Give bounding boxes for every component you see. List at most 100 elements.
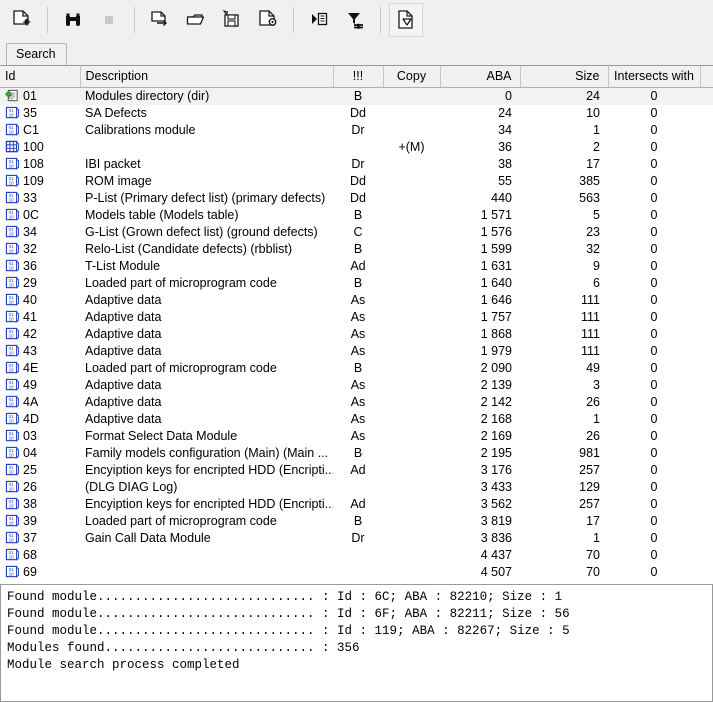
cell-tail bbox=[700, 513, 713, 530]
table-row[interactable]: 41Adaptive dataAs1 7571110 bbox=[0, 309, 713, 326]
export-button[interactable] bbox=[389, 3, 423, 37]
column-header-intersects[interactable]: Intersects with bbox=[608, 66, 700, 87]
table-row[interactable]: 49Adaptive dataAs2 13930 bbox=[0, 377, 713, 394]
table-row[interactable]: 04Family models configuration (Main) (Ma… bbox=[0, 445, 713, 462]
save-button[interactable] bbox=[215, 3, 249, 37]
document-gear-icon bbox=[256, 8, 280, 32]
cell-copy bbox=[383, 326, 440, 343]
open-folder-button[interactable] bbox=[179, 3, 213, 37]
table-row[interactable]: 43Adaptive dataAs1 9791110 bbox=[0, 343, 713, 360]
cell-size: 1 bbox=[520, 411, 608, 428]
cell-flags: As bbox=[333, 428, 383, 445]
cell-aba: 3 819 bbox=[440, 513, 520, 530]
cell-intersects: 0 bbox=[608, 87, 700, 105]
table-row[interactable]: 4ELoaded part of microprogram codeB2 090… bbox=[0, 360, 713, 377]
table-row[interactable]: 39Loaded part of microprogram codeB3 819… bbox=[0, 513, 713, 530]
module-bin-icon bbox=[5, 174, 20, 188]
cell-aba: 1 576 bbox=[440, 224, 520, 241]
column-header-tail[interactable] bbox=[700, 66, 713, 87]
module-bin-icon bbox=[5, 106, 20, 120]
table-row[interactable]: 0CModels table (Models table)B1 57150 bbox=[0, 207, 713, 224]
table-row[interactable]: 108IBI packetDr38170 bbox=[0, 156, 713, 173]
cell-flags: As bbox=[333, 309, 383, 326]
table-row[interactable]: 36T-List ModuleAd1 63190 bbox=[0, 258, 713, 275]
table-row[interactable]: 684 437700 bbox=[0, 547, 713, 564]
column-header-id[interactable]: Id bbox=[0, 66, 80, 87]
log-output-panel[interactable]: Found module............................… bbox=[0, 585, 713, 702]
module-bin-icon bbox=[5, 344, 20, 358]
column-header-flags[interactable]: !!! bbox=[333, 66, 383, 87]
module-grid-icon bbox=[5, 140, 20, 154]
open-module-button[interactable] bbox=[143, 3, 177, 37]
table-row[interactable]: 32Relo-List (Candidate defects) (rbblist… bbox=[0, 241, 713, 258]
open-module-icon bbox=[148, 8, 172, 32]
stop-square-icon bbox=[97, 8, 121, 32]
table-row[interactable]: C1Calibrations moduleDr3410 bbox=[0, 122, 713, 139]
table-row[interactable]: 03Format Select Data ModuleAs2 169260 bbox=[0, 428, 713, 445]
cell-flags bbox=[333, 564, 383, 581]
search-button[interactable] bbox=[56, 3, 90, 37]
module-bin-icon bbox=[5, 191, 20, 205]
cell-id: 100 bbox=[0, 139, 80, 156]
cell-aba: 1 868 bbox=[440, 326, 520, 343]
table-row[interactable]: 4DAdaptive dataAs2 16810 bbox=[0, 411, 713, 428]
cell-id: 49 bbox=[0, 377, 80, 394]
toolbar-separator-1 bbox=[47, 7, 48, 33]
cell-tail bbox=[700, 343, 713, 360]
table-row[interactable]: 29Loaded part of microprogram codeB1 640… bbox=[0, 275, 713, 292]
cell-id-label: 43 bbox=[23, 343, 37, 360]
new-document-button[interactable] bbox=[5, 3, 39, 37]
cell-size: 563 bbox=[520, 190, 608, 207]
table-row[interactable]: 40Adaptive dataAs1 6461110 bbox=[0, 292, 713, 309]
modules-table-container[interactable]: Id Description !!! Copy ABA Size Interse… bbox=[0, 65, 713, 585]
column-header-aba[interactable]: ABA bbox=[440, 66, 520, 87]
cell-intersects: 0 bbox=[608, 326, 700, 343]
cell-size: 26 bbox=[520, 394, 608, 411]
table-row[interactable]: 100+(M)3620 bbox=[0, 139, 713, 156]
cell-flags: As bbox=[333, 377, 383, 394]
filter-button[interactable] bbox=[338, 3, 372, 37]
document-settings-button[interactable] bbox=[251, 3, 285, 37]
cell-copy bbox=[383, 292, 440, 309]
cell-id-label: 29 bbox=[23, 275, 37, 292]
cell-copy bbox=[383, 343, 440, 360]
table-row[interactable]: 33P-List (Primary defect list) (primary … bbox=[0, 190, 713, 207]
cell-copy bbox=[383, 173, 440, 190]
column-header-description[interactable]: Description bbox=[80, 66, 333, 87]
cell-description: G-List (Grown defect list) (ground defec… bbox=[80, 224, 333, 241]
column-header-size[interactable]: Size bbox=[520, 66, 608, 87]
cell-tail bbox=[700, 207, 713, 224]
cell-copy bbox=[383, 190, 440, 207]
tab-search[interactable]: Search bbox=[6, 43, 67, 65]
run-list-button[interactable] bbox=[302, 3, 336, 37]
table-row[interactable]: 37Gain Call Data ModuleDr3 83610 bbox=[0, 530, 713, 547]
cell-intersects: 0 bbox=[608, 377, 700, 394]
table-row[interactable]: 01Modules directory (dir)B0240 bbox=[0, 87, 713, 105]
column-header-copy[interactable]: Copy bbox=[383, 66, 440, 87]
cell-description bbox=[80, 547, 333, 564]
cell-tail bbox=[700, 479, 713, 496]
cell-tail bbox=[700, 377, 713, 394]
module-bin-icon bbox=[5, 259, 20, 273]
main-toolbar bbox=[0, 0, 713, 40]
cell-tail bbox=[700, 105, 713, 122]
cell-intersects: 0 bbox=[608, 224, 700, 241]
cell-copy bbox=[383, 462, 440, 479]
table-row[interactable]: 38Encyiption keys for encripted HDD (Enc… bbox=[0, 496, 713, 513]
table-row[interactable]: 109ROM imageDd553850 bbox=[0, 173, 713, 190]
cell-aba: 3 562 bbox=[440, 496, 520, 513]
cell-id-label: 109 bbox=[23, 173, 44, 190]
floppy-save-icon bbox=[220, 8, 244, 32]
table-row[interactable]: 25Encyiption keys for encripted HDD (Enc… bbox=[0, 462, 713, 479]
cell-intersects: 0 bbox=[608, 394, 700, 411]
table-row[interactable]: 4AAdaptive dataAs2 142260 bbox=[0, 394, 713, 411]
cell-id-label: 01 bbox=[23, 88, 37, 105]
table-row[interactable]: 34G-List (Grown defect list) (ground def… bbox=[0, 224, 713, 241]
table-row[interactable]: 35SA DefectsDd24100 bbox=[0, 105, 713, 122]
table-row[interactable]: 694 507700 bbox=[0, 564, 713, 581]
cell-intersects: 0 bbox=[608, 156, 700, 173]
tab-strip: Search bbox=[0, 40, 713, 65]
cell-intersects: 0 bbox=[608, 462, 700, 479]
table-row[interactable]: 42Adaptive dataAs1 8681110 bbox=[0, 326, 713, 343]
table-row[interactable]: 26 (DLG DIAG Log)3 4331290 bbox=[0, 479, 713, 496]
